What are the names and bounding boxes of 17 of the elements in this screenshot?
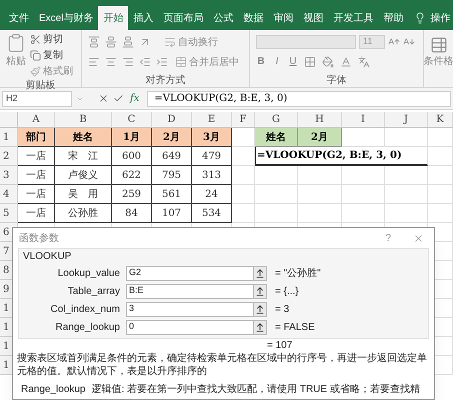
parameter-name: Range_lookup xyxy=(21,383,86,396)
argument-result: = "公孙胜" xyxy=(275,266,321,280)
function-name: VLOOKUP xyxy=(23,250,72,264)
argument-label: Table_array xyxy=(66,284,121,298)
parameter-description: 逻辑值: 若要在第一列中查找大致匹配，请使用 TRUE 或省略；若要查找精 xyxy=(92,383,420,396)
group-label: 对齐方式 xyxy=(146,74,186,88)
dialog-title: 函数参数 xyxy=(19,232,59,246)
function-result: = 107 xyxy=(267,339,292,352)
argument-result: = FALSE xyxy=(275,320,315,334)
group-label: 字体 xyxy=(326,74,346,88)
argument-result: = 3 xyxy=(275,302,290,316)
argument-label: Col_index_num xyxy=(50,302,121,316)
argument-result: = {...} xyxy=(275,284,299,298)
argument-label: Lookup_value xyxy=(56,266,121,280)
function-description: 搜索表区域首列满足条件的元素，确定待检索单元格在区域中的行序号，再进一步返回选定单元格的值。默认情况下，表是以升序排序的 xyxy=(16,352,428,378)
group-label: 剪贴板 xyxy=(26,78,56,93)
argument-label: Range_lookup xyxy=(54,320,121,334)
